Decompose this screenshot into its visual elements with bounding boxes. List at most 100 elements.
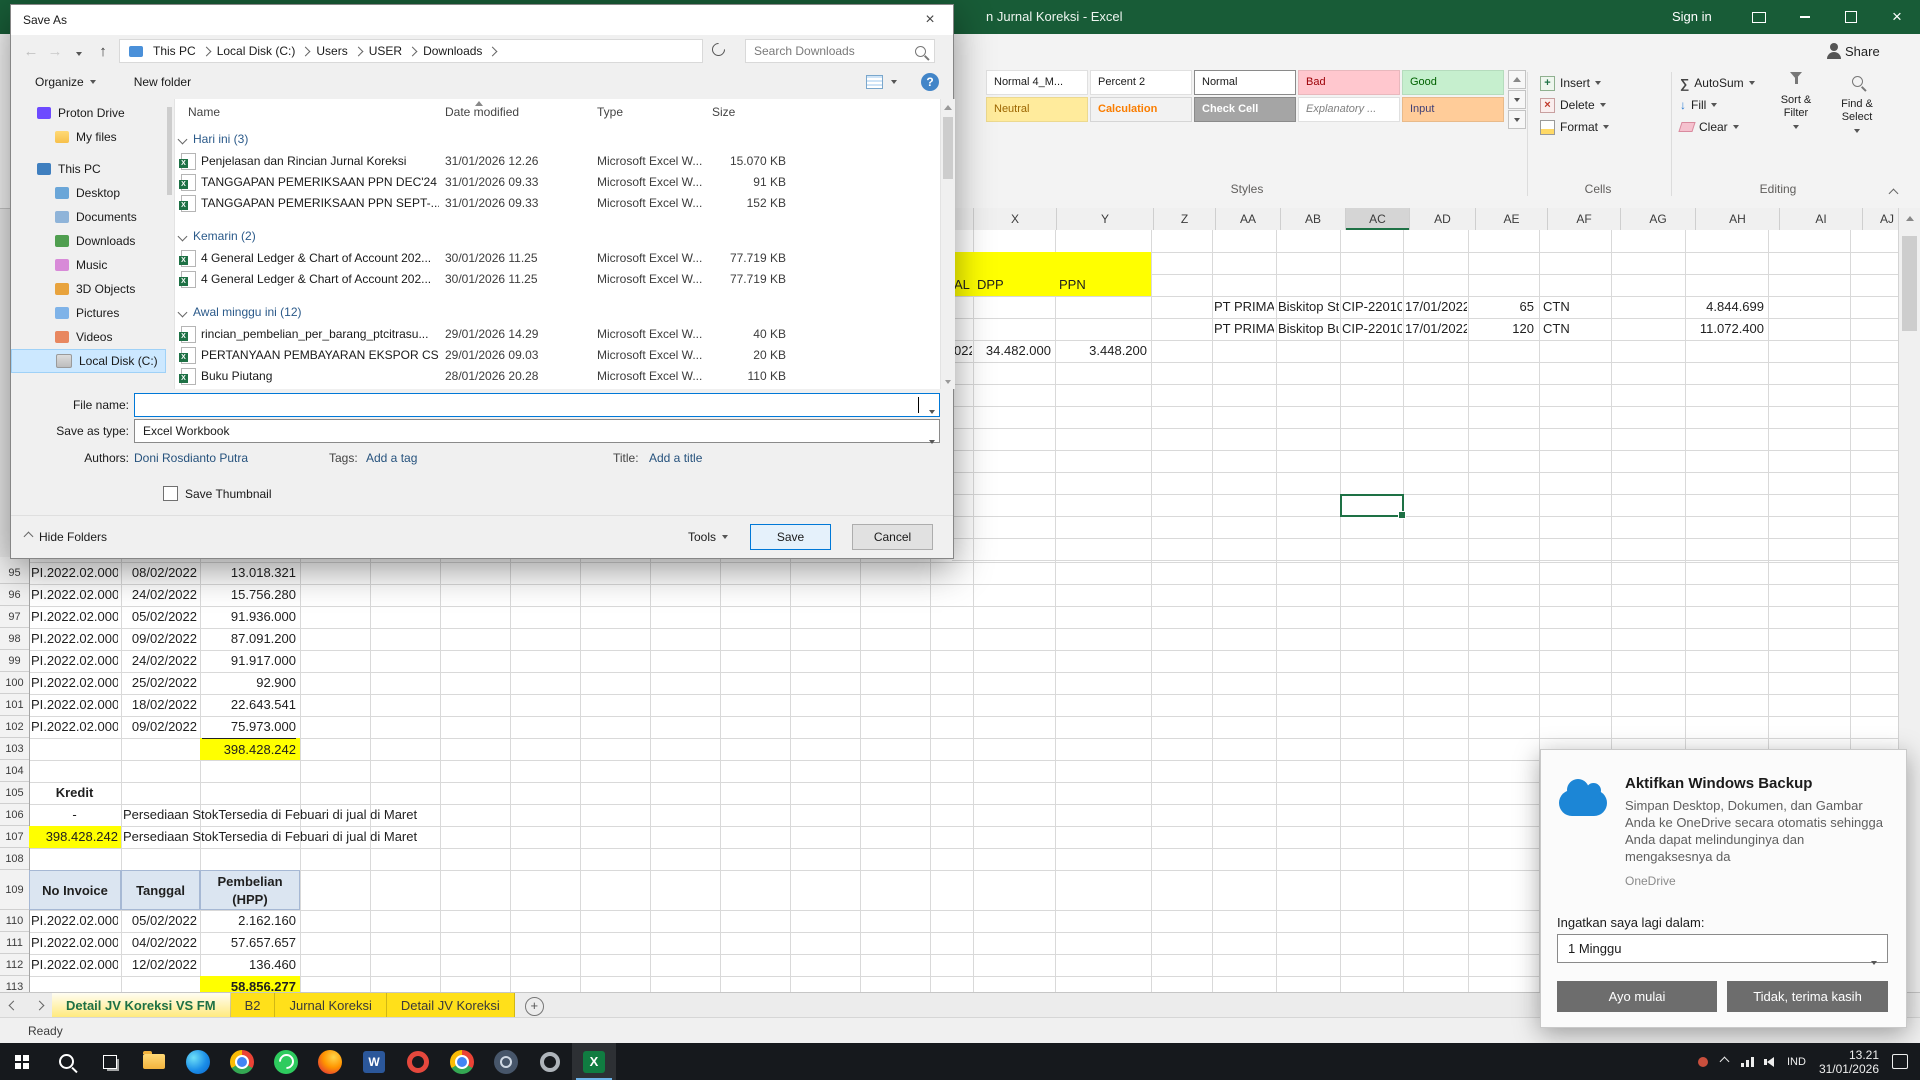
taskbar-chrome-button[interactable] (220, 1043, 264, 1080)
breadcrumb-item-users[interactable]: Users (311, 44, 352, 58)
cell-date-partial[interactable]: 022 (954, 340, 972, 362)
back-button[interactable]: ← (19, 43, 43, 60)
taskbar-word-button[interactable]: W (352, 1043, 396, 1080)
sidebar-scrollbar[interactable] (166, 99, 173, 387)
sidebar-item-downloads[interactable]: Downloads (11, 229, 166, 253)
view-dropdown-icon[interactable] (891, 80, 897, 84)
cell-ppn-total[interactable]: 3.448.200 (1057, 340, 1147, 362)
hide-folders-button[interactable]: Hide Folders (25, 530, 107, 544)
column-header-AF[interactable]: AF (1548, 208, 1621, 230)
taskbar-steam-button[interactable] (484, 1043, 528, 1080)
cell-b-102[interactable]: 09/02/2022 (122, 716, 197, 738)
save-thumbnail-option[interactable]: Save Thumbnail (163, 486, 272, 501)
cell-date[interactable]: 17/01/2022 (1405, 296, 1467, 318)
taskbar-whatsapp-button[interactable] (264, 1043, 308, 1080)
row-header-96[interactable]: 96 (0, 584, 29, 606)
autosum-button[interactable]: AutoSum (1680, 72, 1755, 94)
cell-header-pembelian-hpp[interactable]: Pembelian (HPP) (200, 870, 300, 910)
save-as-type-select[interactable]: Excel Workbook (134, 419, 940, 443)
cell-c-96[interactable]: 15.756.280 (202, 584, 296, 606)
style-chip-bad[interactable]: Bad (1298, 70, 1400, 95)
cell-c-111[interactable]: 57.657.657 (202, 932, 296, 954)
row-header-100[interactable]: 100 (0, 672, 29, 694)
taskbar-settings-button[interactable] (528, 1043, 572, 1080)
cell-qty[interactable]: 120 (1468, 318, 1534, 340)
breadcrumb-item-downloads[interactable]: Downloads (418, 44, 487, 58)
cell-b-100[interactable]: 25/02/2022 (122, 672, 197, 694)
style-chip-explanatory[interactable]: Explanatory ... (1298, 97, 1400, 122)
sheet-tab-jurnal-koreksi[interactable]: Jurnal Koreksi (275, 993, 386, 1018)
cell-a-112[interactable]: PI.2022.02.00010 (31, 954, 118, 976)
row-header-95[interactable]: 95 (0, 562, 29, 584)
cell-a-99[interactable]: PI.2022.02.00044 (31, 650, 118, 672)
cell-b-110[interactable]: 05/02/2022 (122, 910, 197, 932)
sheet-tab-b2[interactable]: B2 (231, 993, 276, 1018)
column-header-Z[interactable]: Z (1154, 208, 1216, 230)
sidebar-item-documents[interactable]: Documents (11, 205, 166, 229)
cell-note-107[interactable]: Persediaan StokTersedia di Febuari di ju… (123, 826, 553, 848)
cell-amount[interactable]: 11.072.400 (1685, 318, 1764, 340)
clock[interactable]: 13.21 31/01/2026 (1819, 1048, 1879, 1076)
style-chip-neutral[interactable]: Neutral (986, 97, 1088, 122)
cell-a-106[interactable]: - (31, 804, 118, 826)
sort-filter-button[interactable]: Sort & Filter (1767, 72, 1825, 133)
column-header-type[interactable]: Type (597, 105, 623, 119)
file-row[interactable]: PERTANYAAN PEMBAYARAN EKSPOR CSI...29/01… (175, 345, 955, 366)
format-button[interactable]: Format (1540, 116, 1609, 138)
cell-c-95[interactable]: 13.018.321 (202, 562, 296, 584)
add-tag-link[interactable]: Add a tag (366, 451, 417, 465)
breadcrumb-item-user[interactable]: USER (364, 44, 407, 58)
cell-b-96[interactable]: 24/02/2022 (122, 584, 197, 606)
fill-button[interactable]: Fill (1680, 94, 1755, 116)
file-row[interactable]: TANGGAPAN PEMERIKSAAN PPN SEPT-...31/01/… (175, 193, 955, 214)
cell-c-103[interactable]: 398.428.242 (202, 738, 296, 761)
show-hidden-icons-icon[interactable] (1720, 1057, 1730, 1067)
sidebar-item-3d-objects[interactable]: 3D Objects (11, 277, 166, 301)
taskbar-opera-button[interactable] (396, 1043, 440, 1080)
language-indicator[interactable]: IND (1787, 1056, 1806, 1068)
clear-button[interactable]: Clear (1680, 116, 1755, 138)
taskbar-edge-button[interactable] (176, 1043, 220, 1080)
cell-item[interactable]: Biskitop Sti (1278, 296, 1339, 318)
scrollbar-thumb[interactable] (167, 107, 172, 195)
cell-a-98[interactable]: PI.2022.02.00008 (31, 628, 118, 650)
taskbar-excel-button[interactable]: X (572, 1043, 616, 1080)
help-icon[interactable]: ? (921, 73, 939, 91)
cell-b-98[interactable]: 09/02/2022 (122, 628, 197, 650)
column-header-date-modified[interactable]: Date modified (445, 105, 519, 119)
cell-a-97[interactable]: PI.2022.02.00057 (31, 606, 118, 628)
row-header-105[interactable]: 105 (0, 782, 29, 804)
style-chip-normal[interactable]: Normal (1194, 70, 1296, 95)
column-header-AH[interactable]: AH (1696, 208, 1780, 230)
cancel-button[interactable]: Cancel (852, 524, 933, 550)
authors-value[interactable]: Doni Rosdianto Putra (134, 451, 248, 465)
find-select-button[interactable]: Find & Select (1828, 72, 1886, 137)
cell-b-111[interactable]: 04/02/2022 (122, 932, 197, 954)
taskbar-file-explorer-button[interactable] (132, 1043, 176, 1080)
file-row[interactable]: 4 General Ledger & Chart of Account 202.… (175, 269, 955, 290)
row-header-111[interactable]: 111 (0, 932, 29, 954)
cell-a-102[interactable]: PI.2022.02.00010 (31, 716, 118, 738)
sheet-tab-detail-jv-koreksi[interactable]: Detail JV Koreksi (387, 993, 515, 1018)
sidebar-item-videos[interactable]: Videos (11, 325, 166, 349)
file-row[interactable]: TANGGAPAN PEMERIKSAAN PPN DEC'2431/01/20… (175, 172, 955, 193)
row-header-108[interactable]: 108 (0, 848, 29, 870)
row-header-101[interactable]: 101 (0, 694, 29, 716)
sidebar-item-music[interactable]: Music (11, 253, 166, 277)
row-header-109[interactable]: 109 (0, 870, 29, 910)
column-header-Y[interactable]: Y (1057, 208, 1154, 230)
breadcrumb-item-this-pc[interactable]: This PC (148, 44, 201, 58)
remind-interval-select[interactable]: 1 Minggu (1557, 934, 1888, 963)
column-header-size[interactable]: Size (712, 105, 735, 119)
get-started-button[interactable]: Ayo mulai (1557, 981, 1717, 1012)
row-header-104[interactable]: 104 (0, 760, 29, 782)
file-group-header[interactable]: Kemarin (2) (175, 224, 955, 248)
cell-a-105[interactable]: Kredit (31, 782, 118, 804)
taskbar-search-button[interactable] (44, 1043, 88, 1080)
grid-pane-top-right[interactable]: ALDPPPPNPT PRIMABiskitop StiCIP-2201017/… (952, 230, 1898, 562)
cell-c-100[interactable]: 92.900 (202, 672, 296, 694)
style-chip-normal-4-m[interactable]: Normal 4_M... (986, 70, 1088, 95)
cell-uom[interactable]: CTN (1543, 296, 1593, 318)
cell-qty[interactable]: 65 (1468, 296, 1534, 318)
row-header-98[interactable]: 98 (0, 628, 29, 650)
